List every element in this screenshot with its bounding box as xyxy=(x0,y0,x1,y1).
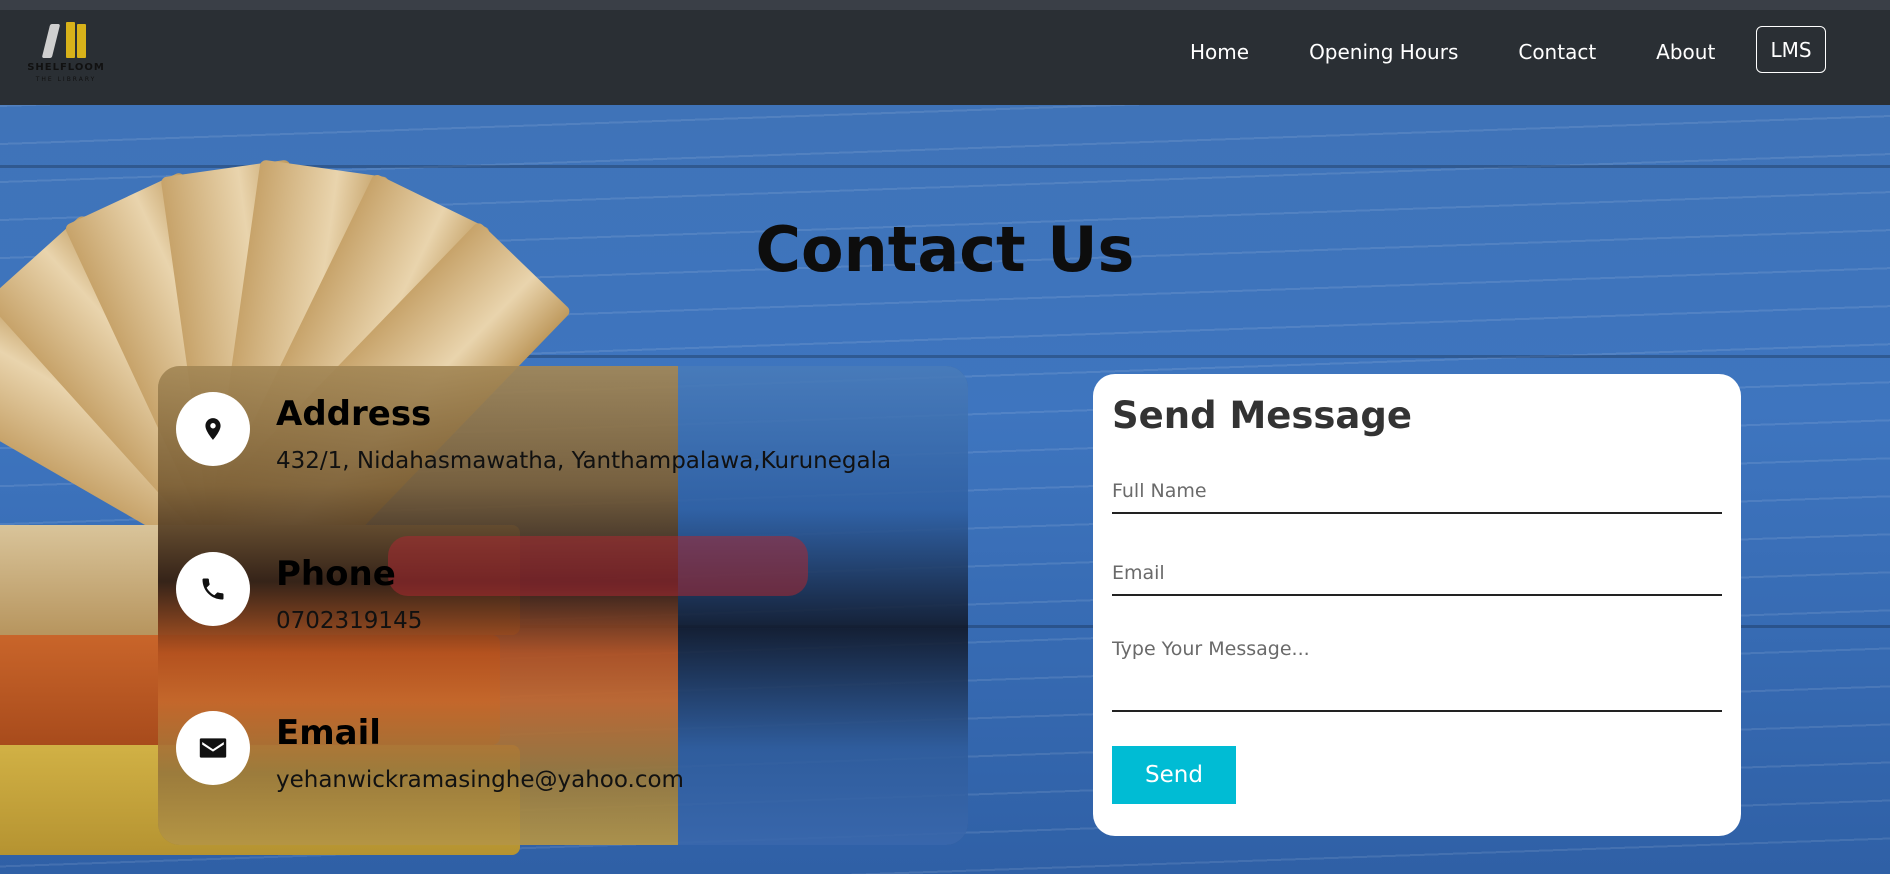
phone-icon xyxy=(176,552,250,626)
nav-link-contact[interactable]: Contact xyxy=(1518,40,1596,64)
phone-heading: Phone xyxy=(276,554,396,594)
logo-text: SHELFLOOM xyxy=(27,62,105,73)
message-textarea[interactable] xyxy=(1112,634,1722,712)
email-row: Email yehanwickramasinghe@yahoo.com xyxy=(176,711,956,831)
logo-subtext: THE LIBRARY xyxy=(35,76,97,83)
lms-button[interactable]: LMS xyxy=(1756,26,1826,73)
form-title: Send Message xyxy=(1112,394,1412,437)
nav-links: Home Opening Hours Contact About xyxy=(1190,30,1715,74)
nav-link-opening-hours[interactable]: Opening Hours xyxy=(1309,40,1458,64)
address-value: 432/1, Nidahasmawatha, Yanthampalawa,Kur… xyxy=(276,448,892,474)
contact-info-card: Address 432/1, Nidahasmawatha, Yanthampa… xyxy=(158,366,968,845)
nav-link-about[interactable]: About xyxy=(1656,40,1715,64)
logo-book-icon xyxy=(77,24,86,58)
phone-row: Phone 0702319145 xyxy=(176,552,956,672)
logo-book-icon xyxy=(66,22,75,58)
address-row: Address 432/1, Nidahasmawatha, Yanthampa… xyxy=(176,392,956,512)
map-pin-icon xyxy=(176,392,250,466)
nav-link-home[interactable]: Home xyxy=(1190,40,1249,64)
logo-book-icon xyxy=(41,24,61,58)
email-value[interactable]: yehanwickramasinghe@yahoo.com xyxy=(276,767,684,793)
email-heading: Email xyxy=(276,713,381,753)
send-button[interactable]: Send xyxy=(1112,746,1236,804)
phone-value: 0702319145 xyxy=(276,608,423,634)
email-input[interactable] xyxy=(1112,552,1722,596)
navbar: SHELFLOOM THE LIBRARY Home Opening Hours… xyxy=(0,10,1890,105)
site-logo[interactable]: SHELFLOOM THE LIBRARY xyxy=(18,18,114,88)
address-heading: Address xyxy=(276,394,432,434)
page-title: Contact Us xyxy=(755,213,1135,286)
top-strip xyxy=(0,0,1890,10)
full-name-input[interactable] xyxy=(1112,470,1722,514)
send-message-form: Send Message Send xyxy=(1093,374,1741,836)
envelope-icon xyxy=(176,711,250,785)
